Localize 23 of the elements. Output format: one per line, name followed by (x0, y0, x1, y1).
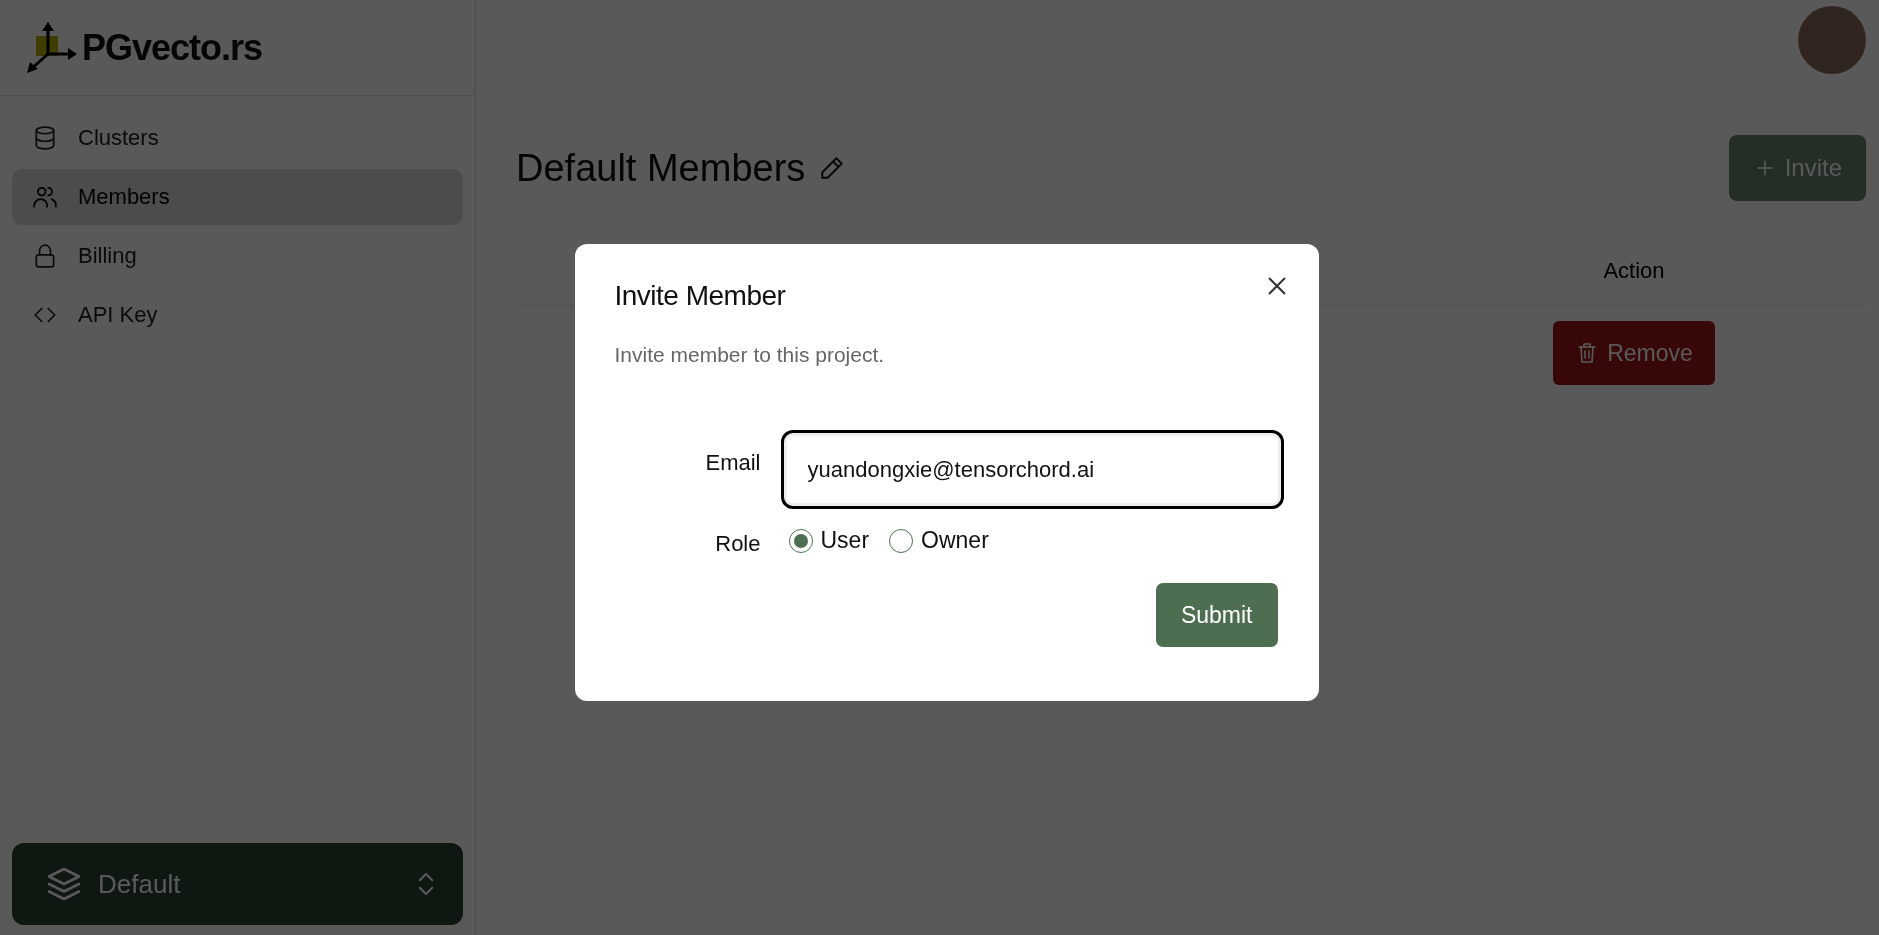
brand-name: PGvecto.rs (82, 26, 263, 69)
dialog-title: Invite Member (614, 280, 786, 312)
close-icon[interactable] (1266, 276, 1287, 296)
nav-item[interactable]: API Key (12, 287, 463, 343)
email-field[interactable]: yuandongxie@tensorchord.ai (780, 430, 1284, 509)
submit-button[interactable]: Submit (1155, 583, 1278, 647)
remove-button[interactable]: Remove (1553, 321, 1715, 385)
radio-label[interactable]: User (820, 527, 870, 554)
nav-item[interactable]: Billing (12, 228, 463, 284)
email-label: Email (704, 449, 761, 476)
people-icon (32, 184, 58, 210)
project-switcher[interactable]: Default (12, 843, 463, 925)
nav-item[interactable]: Clusters (12, 110, 463, 166)
column-header: Action (1603, 258, 1665, 284)
nav-item[interactable]: Members (12, 169, 463, 225)
role-label: Role (714, 530, 761, 557)
lock-icon (32, 243, 58, 269)
dialog-description: Invite member to this project. (614, 343, 886, 367)
radio-label[interactable]: Owner (921, 527, 989, 554)
page-title: Default Members (516, 146, 806, 190)
edit-icon[interactable] (819, 155, 846, 181)
axes-logo-icon (26, 21, 78, 74)
database-icon (32, 125, 58, 151)
